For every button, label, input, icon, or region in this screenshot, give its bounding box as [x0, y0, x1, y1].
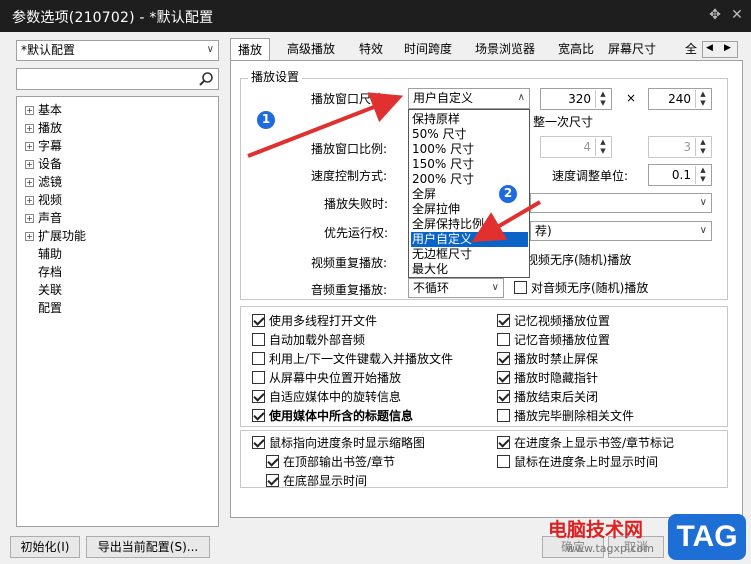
- annotation-layer: [247, 92, 542, 243]
- annotation-number-2: 2: [503, 186, 513, 200]
- watermark-url: www.tagxp.com: [566, 542, 654, 555]
- watermark-site: 电脑技术网: [548, 519, 644, 541]
- annotation-number-1: 1: [261, 112, 271, 126]
- annotation-arrow-2: [471, 200, 542, 243]
- watermark-badge: TAG: [668, 514, 746, 560]
